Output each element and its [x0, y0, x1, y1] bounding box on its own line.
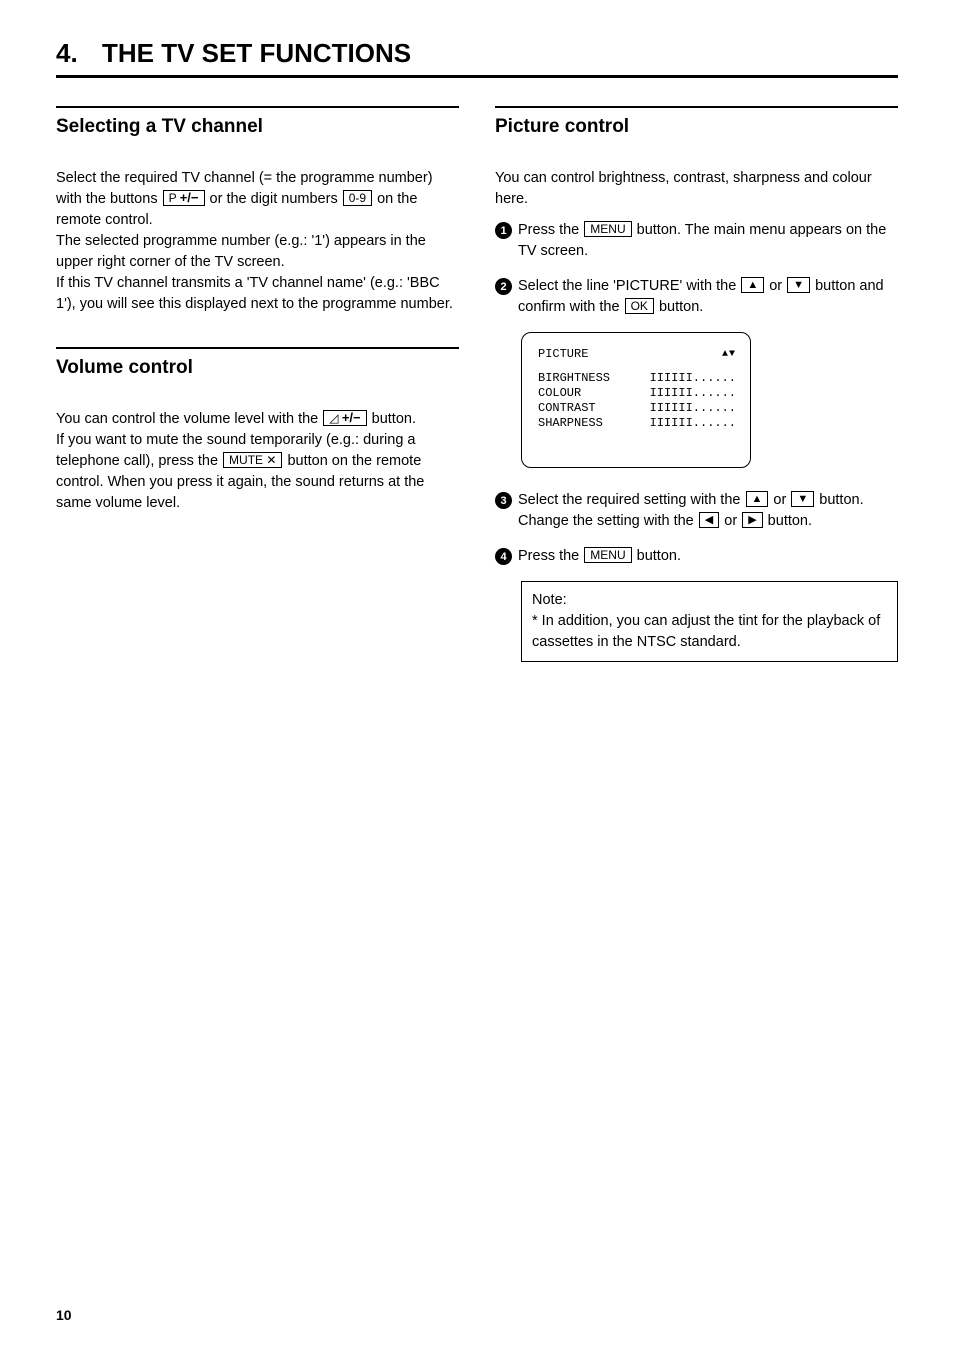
step-badge-3: 3: [495, 492, 512, 509]
step-4: 4 Press the MENU button.: [495, 546, 898, 567]
digit-keys: 0-9: [343, 190, 372, 206]
osd-row: BIRGHTNESSIIIIII......: [538, 371, 736, 386]
selecting-paragraph-2: The selected programme number (e.g.: '1'…: [56, 231, 459, 273]
down-key: ▼: [787, 277, 810, 293]
volume-key: ◿ +/−: [323, 410, 366, 426]
note-title: Note:: [532, 590, 887, 611]
volume-paragraph-1: You can control the volume level with th…: [56, 409, 459, 430]
osd-updown-icon: ▲▼: [722, 349, 736, 360]
up-key: ▲: [746, 491, 769, 507]
right-key: ▶: [742, 512, 762, 528]
menu-key: MENU: [584, 547, 631, 563]
osd-picture-menu: PICTURE ▲▼ BIRGHTNESSIIIIII...... COLOUR…: [521, 332, 751, 468]
note-box: Note: * In addition, you can adjust the …: [521, 581, 898, 662]
osd-row: CONTRASTIIIIII......: [538, 401, 736, 416]
selecting-paragraph: Select the required TV channel (= the pr…: [56, 168, 459, 231]
ok-key: OK: [625, 298, 654, 314]
step-badge-2: 2: [495, 278, 512, 295]
step-badge-4: 4: [495, 548, 512, 565]
section-volume-heading: Volume control: [56, 347, 459, 379]
osd-row: SHARPNESSIIIIII......: [538, 416, 736, 431]
chapter-heading: 4.THE TV SET FUNCTIONS: [56, 28, 898, 78]
osd-rows: BIRGHTNESSIIIIII...... COLOURIIIIII.....…: [538, 371, 736, 431]
step-3: 3 Select the required setting with the ▲…: [495, 490, 898, 532]
chapter-title-text: THE TV SET FUNCTIONS: [102, 38, 411, 68]
step-badge-1: 1: [495, 222, 512, 239]
section-picture-heading: Picture control: [495, 106, 898, 138]
osd-title: PICTURE: [538, 347, 588, 361]
picture-intro: You can control brightness, contrast, sh…: [495, 168, 898, 210]
menu-key: MENU: [584, 221, 631, 237]
down-key: ▼: [791, 491, 814, 507]
program-plusminus-key: P +/−: [163, 190, 205, 206]
left-key: ◀: [699, 512, 719, 528]
step-1: 1 Press the MENU button. The main menu a…: [495, 220, 898, 262]
page-number: 10: [56, 1307, 72, 1323]
note-body: * In addition, you can adjust the tint f…: [532, 611, 887, 653]
mute-key: MUTE ✕: [223, 452, 282, 468]
selecting-paragraph-3: If this TV channel transmits a 'TV chann…: [56, 273, 459, 315]
chapter-number: 4.: [56, 38, 102, 69]
step-2: 2 Select the line 'PICTURE' with the ▲ o…: [495, 276, 898, 318]
section-selecting-heading: Selecting a TV channel: [56, 106, 459, 138]
right-column: Picture control You can control brightne…: [495, 106, 898, 662]
volume-paragraph-2: If you want to mute the sound temporaril…: [56, 430, 459, 514]
osd-row: COLOURIIIIII......: [538, 386, 736, 401]
left-column: Selecting a TV channel Select the requir…: [56, 106, 459, 662]
up-key: ▲: [741, 277, 764, 293]
